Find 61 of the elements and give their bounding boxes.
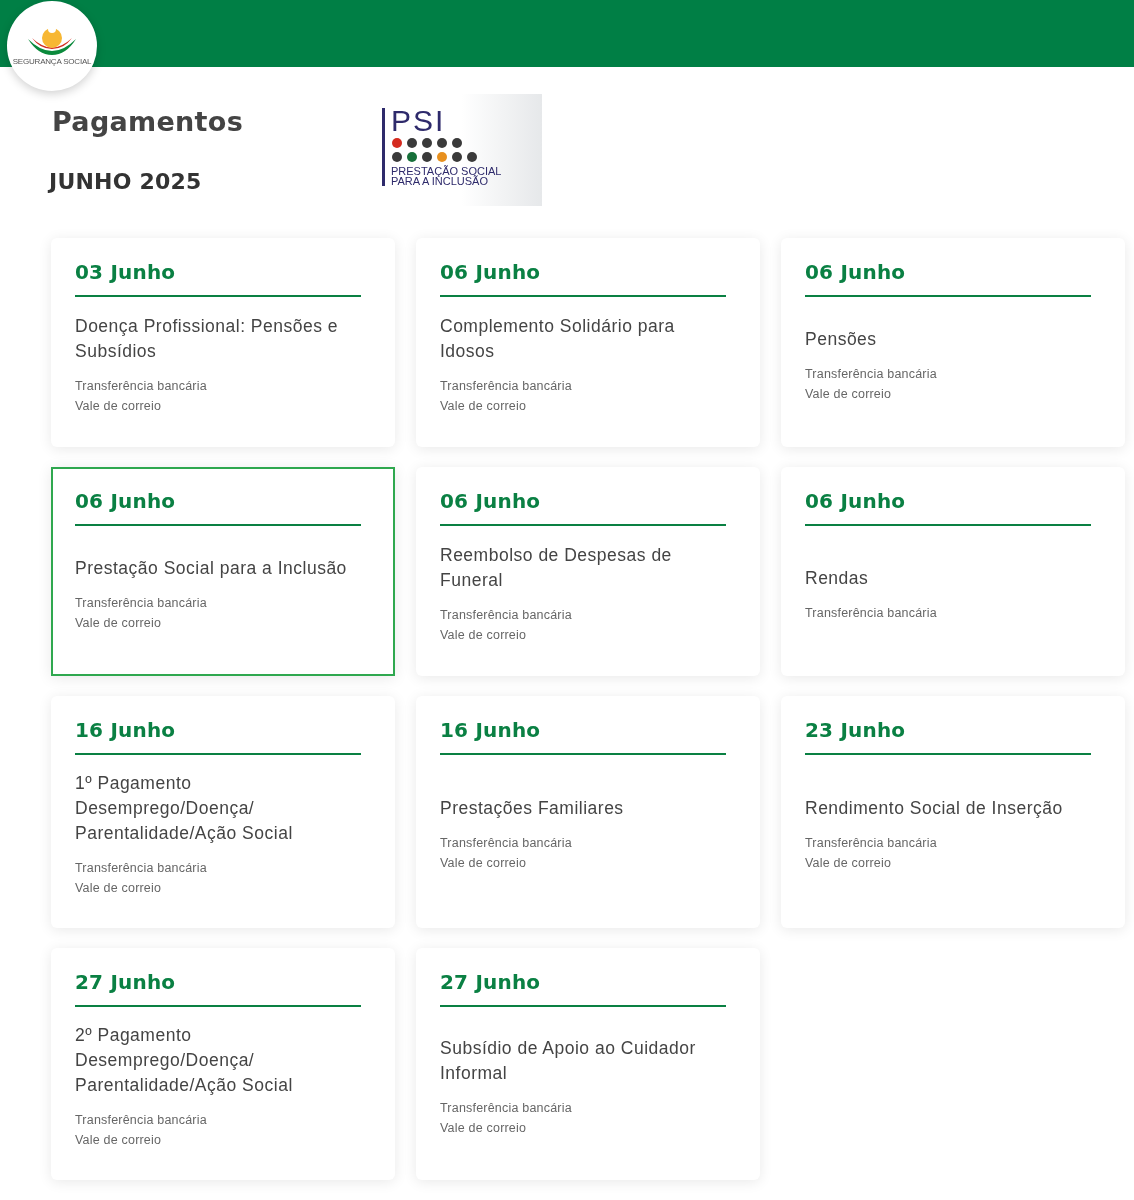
payment-date: 03 Junho <box>75 260 177 284</box>
payment-card[interactable]: 06 Junho Prestação Social para a Inclusão Transferência bancária Vale de correio <box>51 467 395 676</box>
payment-date: 06 Junho <box>805 489 907 513</box>
payment-method: Transferência bancária <box>75 378 208 395</box>
payment-method: Vale de correio <box>75 1132 163 1149</box>
payment-title: Pensões <box>805 327 878 351</box>
logo-line: PRESTAÇÃO SOCIAL <box>391 166 502 176</box>
logo-line: PARA A INCLUSÃO <box>391 176 489 186</box>
payment-card[interactable]: 27 Junho 2º Pagamento Desemprego/Doença/ Parentalidade/Ação Social Transferência bancária Vale de correio <box>51 948 395 1180</box>
payment-method: Vale de correio <box>75 398 163 415</box>
payment-title: Reembolso de Despesas de Funeral <box>440 544 673 592</box>
payment-method: Transferência bancária <box>440 1099 573 1117</box>
payment-card[interactable]: 03 Junho Doença Profissional: Pensões e Subsídios Transferência bancária Vale de correio <box>51 238 395 447</box>
payment-card[interactable]: 23 Junho Rendimento Social de Inserção Transferência bancária Vale de correio <box>781 696 1125 928</box>
payment-date: 16 Junho <box>75 718 177 742</box>
logo-text: SEGURANÇA SOCIAL <box>12 56 92 66</box>
payment-title: 1º Pagamento Desemprego/Doença/ Parentalidade/Ação Social <box>75 772 294 845</box>
page-title: Pagamentos <box>52 106 245 137</box>
payment-method: Vale de correio <box>440 627 528 644</box>
payment-date: 16 Junho <box>440 718 542 742</box>
payment-card[interactable]: 16 Junho 1º Pagamento Desemprego/Doença/ Parentalidade/Ação Social Transferência bancária Vale de correio <box>51 696 395 928</box>
payment-title: Rendimento Social de Inserção <box>805 797 1064 820</box>
payment-method: Transferência bancária <box>805 835 938 852</box>
payment-title: Subsídio de Apoio ao Cuidador Informal <box>440 1036 697 1085</box>
payment-title: 2º Pagamento Desemprego/Doença/ Parentalidade/Ação Social <box>75 1024 294 1097</box>
payment-date: 23 Junho <box>805 718 907 742</box>
payment-method: Transferência bancária <box>75 860 208 877</box>
sun-emblem-icon <box>26 26 78 55</box>
payment-method: Transferência bancária <box>805 365 938 383</box>
payment-title: Complemento Solidário para Idosos <box>440 315 676 363</box>
payment-card[interactable]: 06 Junho Complemento Solidário para Idosos Transferência bancária Vale de correio <box>416 238 760 447</box>
payment-title: Prestação Social para a Inclusão <box>75 556 348 580</box>
payment-method: Vale de correio <box>805 855 893 872</box>
payment-date: 06 Junho <box>440 489 542 513</box>
month-heading: JUNHO 2025 <box>49 169 203 194</box>
payment-card[interactable]: 06 Junho Pensões Transferência bancária Vale de correio <box>781 238 1125 447</box>
payment-method: Vale de correio <box>440 398 528 415</box>
payment-method: Transferência bancária <box>440 378 573 395</box>
payment-method: Transferência bancária <box>440 835 573 852</box>
payment-title: Doença Profissional: Pensões e Subsídios <box>75 315 340 363</box>
payment-method: Vale de correio <box>440 1119 528 1137</box>
payment-date: 06 Junho <box>440 260 542 284</box>
payment-date: 27 Junho <box>75 970 177 994</box>
payment-method: Vale de correio <box>440 855 528 872</box>
payment-method: Transferência bancária <box>75 594 208 612</box>
logo-acronym: PSI <box>391 108 447 134</box>
payment-card[interactable]: 06 Junho Reembolso de Despesas de Funeral Transferência bancária Vale de correio <box>416 467 760 676</box>
payment-method: Vale de correio <box>75 614 163 632</box>
payment-title: Rendas <box>805 566 870 590</box>
payment-method: Vale de correio <box>805 385 893 403</box>
payment-card[interactable]: 27 Junho Subsídio de Apoio ao Cuidador Informal Transferência bancária Vale de correio <box>416 948 760 1180</box>
payment-date: 06 Junho <box>75 489 177 513</box>
payment-method: Transferência bancária <box>805 604 938 622</box>
payment-method: Vale de correio <box>75 880 163 897</box>
payment-method: Transferência bancária <box>440 607 573 624</box>
payment-card[interactable]: 06 Junho Rendas Transferência bancária <box>781 467 1125 676</box>
payment-card[interactable]: 16 Junho Prestações Familiares Transferência bancária Vale de correio <box>416 696 760 928</box>
payment-method: Transferência bancária <box>75 1112 208 1129</box>
payment-title: Prestações Familiares <box>440 797 625 820</box>
payment-date: 27 Junho <box>440 970 542 994</box>
payment-date: 06 Junho <box>805 260 907 284</box>
